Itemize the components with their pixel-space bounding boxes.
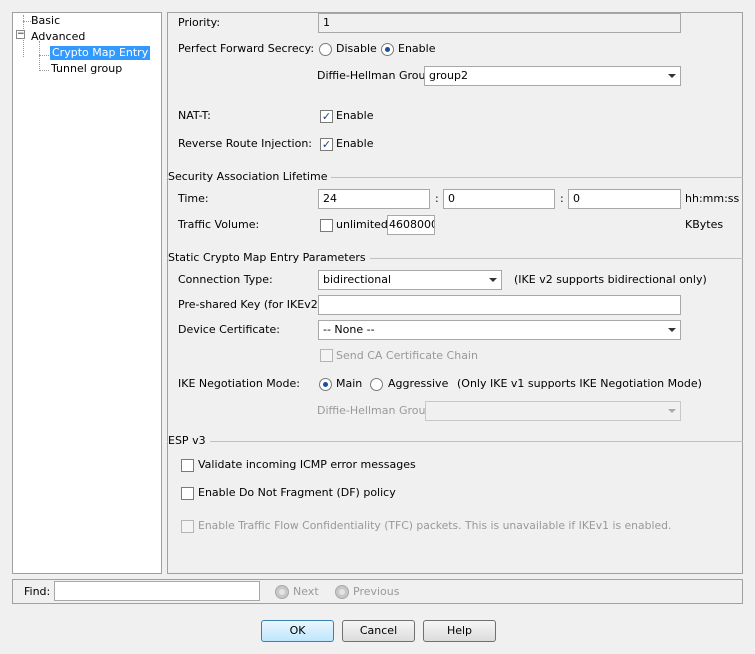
find-previous-button[interactable]: Previous bbox=[353, 585, 400, 599]
hours-input[interactable]: 24 bbox=[318, 189, 430, 209]
connection-type-value: bidirectional bbox=[323, 273, 392, 286]
send-ca-chain-checkbox[interactable] bbox=[320, 349, 333, 362]
ike-mode-note: (Only IKE v1 supports IKE Negotiation Mo… bbox=[457, 377, 702, 390]
priority-label: Priority: bbox=[178, 16, 221, 29]
ike-main-radio[interactable] bbox=[319, 378, 332, 391]
device-certificate-select[interactable]: -- None -- bbox=[318, 320, 681, 340]
find-next-button[interactable]: Next bbox=[293, 585, 319, 599]
section-separator bbox=[167, 441, 743, 442]
validate-icmp-label: Validate incoming ICMP error messages bbox=[198, 458, 416, 471]
tree-item-crypto-map-entry[interactable]: Crypto Map Entry bbox=[50, 46, 151, 60]
minutes-input[interactable]: 0 bbox=[443, 189, 555, 209]
esp-v3-title: ESP v3 bbox=[168, 434, 210, 448]
tfc-label: Enable Traffic Flow Confidentiality (TFC… bbox=[198, 519, 672, 532]
seconds-input[interactable]: 0 bbox=[568, 189, 681, 209]
traffic-volume-input[interactable]: 4608000 bbox=[387, 215, 435, 235]
dont-fragment-checkbox[interactable] bbox=[181, 487, 194, 500]
send-ca-chain-label: Send CA Certificate Chain bbox=[336, 349, 478, 362]
ike-aggressive-radio[interactable] bbox=[370, 378, 383, 391]
ok-button[interactable]: OK bbox=[261, 620, 334, 642]
priority-field: 1 bbox=[318, 13, 681, 33]
time-unit: hh:mm:ss bbox=[685, 192, 740, 205]
help-button[interactable]: Help bbox=[423, 620, 496, 642]
static-params-title: Static Crypto Map Entry Parameters bbox=[168, 251, 370, 265]
pfs-enable-radio[interactable] bbox=[381, 43, 394, 56]
tree-connector bbox=[39, 55, 49, 56]
pfs-disable-label: Disable bbox=[336, 42, 377, 55]
dh-group-2-label: Diffie-Hellman Group: bbox=[317, 404, 437, 417]
collapse-icon[interactable]: − bbox=[16, 30, 25, 39]
tfc-checkbox[interactable] bbox=[181, 520, 194, 533]
chevron-down-icon bbox=[668, 409, 676, 413]
unlimited-checkbox[interactable] bbox=[320, 219, 333, 232]
time-colon: : bbox=[560, 192, 564, 205]
natt-label: NAT-T: bbox=[178, 109, 211, 122]
time-colon: : bbox=[435, 192, 439, 205]
rri-label: Reverse Route Injection: bbox=[178, 137, 313, 150]
radio-dot bbox=[385, 47, 390, 52]
time-label: Time: bbox=[178, 192, 209, 205]
find-input[interactable] bbox=[54, 581, 260, 601]
find-label: Find: bbox=[24, 585, 51, 598]
radio-dot bbox=[323, 382, 328, 387]
natt-checkbox[interactable]: ✓ bbox=[320, 110, 333, 123]
tree-connector bbox=[23, 21, 31, 22]
chevron-down-icon bbox=[668, 74, 676, 78]
tree-connector bbox=[39, 70, 49, 71]
pre-shared-key-input[interactable] bbox=[318, 295, 681, 315]
tree-connector bbox=[39, 41, 40, 71]
device-certificate-label: Device Certificate: bbox=[178, 323, 280, 336]
dont-fragment-label: Enable Do Not Fragment (DF) policy bbox=[198, 486, 396, 499]
connection-type-select[interactable]: bidirectional bbox=[318, 270, 502, 290]
tree-item-basic[interactable]: Basic bbox=[31, 14, 60, 28]
unlimited-label: unlimited bbox=[336, 218, 388, 231]
navigation-tree: Basic − Advanced Crypto Map Entry Tunnel… bbox=[12, 12, 162, 574]
rri-checkbox[interactable]: ✓ bbox=[320, 138, 333, 151]
tree-item-tunnel-group[interactable]: Tunnel group bbox=[51, 62, 122, 76]
connection-type-note: (IKE v2 supports bidirectional only) bbox=[514, 273, 707, 286]
cancel-button[interactable]: Cancel bbox=[342, 620, 415, 642]
traffic-volume-label: Traffic Volume: bbox=[178, 218, 260, 231]
sa-lifetime-title: Security Association Lifetime bbox=[168, 170, 332, 184]
natt-enable-label: Enable bbox=[336, 109, 374, 122]
ike-main-label: Main bbox=[336, 377, 363, 390]
pfs-enable-label: Enable bbox=[398, 42, 436, 55]
chevron-down-icon bbox=[668, 328, 676, 332]
validate-icmp-checkbox[interactable] bbox=[181, 459, 194, 472]
connection-type-label: Connection Type: bbox=[178, 273, 273, 286]
tree-item-advanced[interactable]: Advanced bbox=[31, 30, 85, 44]
dh-group-select[interactable]: group2 bbox=[424, 66, 681, 86]
ike-mode-label: IKE Negotiation Mode: bbox=[178, 377, 300, 390]
dh-group-2-select[interactable] bbox=[425, 401, 681, 421]
dh-group-value: group2 bbox=[429, 69, 468, 82]
traffic-unit: KBytes bbox=[685, 218, 724, 231]
ike-aggressive-label: Aggressive bbox=[388, 377, 449, 390]
pre-shared-key-label: Pre-shared Key (for IKEv2): bbox=[178, 298, 326, 311]
previous-arrow-icon[interactable] bbox=[335, 585, 349, 599]
chevron-down-icon bbox=[489, 278, 497, 282]
rri-enable-label: Enable bbox=[336, 137, 374, 150]
dh-group-label: Diffie-Hellman Group: bbox=[317, 69, 437, 82]
device-certificate-value: -- None -- bbox=[323, 323, 375, 336]
pfs-disable-radio[interactable] bbox=[319, 43, 332, 56]
pfs-label: Perfect Forward Secrecy: bbox=[178, 42, 315, 55]
next-arrow-icon[interactable] bbox=[275, 585, 289, 599]
